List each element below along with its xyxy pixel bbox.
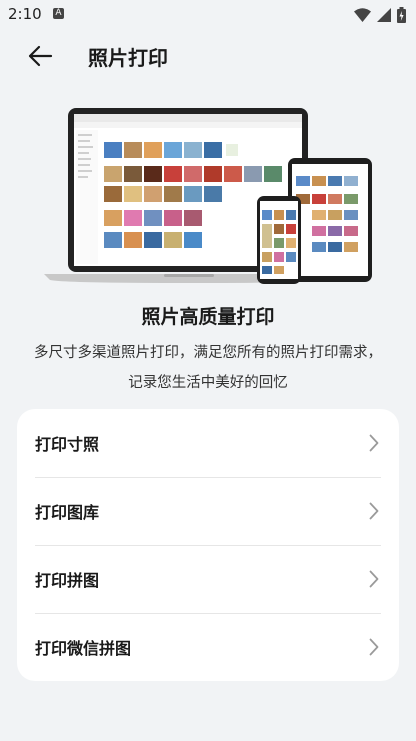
menu-item-print-wechat-collage[interactable]: 打印微信拼图: [17, 613, 399, 681]
notification-icon: A: [53, 8, 64, 19]
chevron-right-icon: [369, 570, 379, 588]
chevron-right-icon: [369, 434, 379, 452]
menu-item-label: 打印微信拼图: [35, 639, 132, 658]
signal-icon: [377, 8, 391, 22]
print-options-card: 打印寸照 打印图库 打印拼图 打印微信拼图: [17, 409, 399, 681]
promo-description-line-2: 记录您生活中美好的回忆: [128, 375, 288, 391]
status-bar: 2:10 A: [0, 0, 416, 30]
menu-item-print-id-photo[interactable]: 打印寸照: [17, 409, 399, 477]
menu-item-label: 打印图库: [35, 503, 100, 522]
menu-item-print-gallery[interactable]: 打印图库: [17, 477, 399, 545]
back-arrow-icon: [28, 45, 53, 67]
chevron-right-icon: [369, 638, 379, 656]
hero-illustration: [0, 100, 416, 285]
chevron-right-icon: [369, 502, 379, 520]
promo-description: 多尺寸多渠道照片打印，满足您所有的照片打印需求， 记录您生活中美好的回忆: [10, 338, 406, 398]
menu-item-print-collage[interactable]: 打印拼图: [17, 545, 399, 613]
promo-title: 照片高质量打印: [141, 306, 275, 328]
promo-description-line-1: 多尺寸多渠道照片打印，满足您所有的照片打印需求，: [34, 345, 382, 361]
app-header: 照片打印: [0, 30, 416, 82]
battery-icon: [397, 7, 406, 23]
page-title: 照片打印: [88, 46, 168, 70]
devices-illustration: [44, 108, 372, 284]
menu-item-label: 打印拼图: [35, 571, 100, 590]
status-icons: [354, 6, 406, 24]
back-button[interactable]: [24, 40, 56, 72]
menu-item-label: 打印寸照: [35, 435, 100, 454]
wifi-icon: [354, 8, 371, 22]
status-time: 2:10: [8, 5, 42, 23]
